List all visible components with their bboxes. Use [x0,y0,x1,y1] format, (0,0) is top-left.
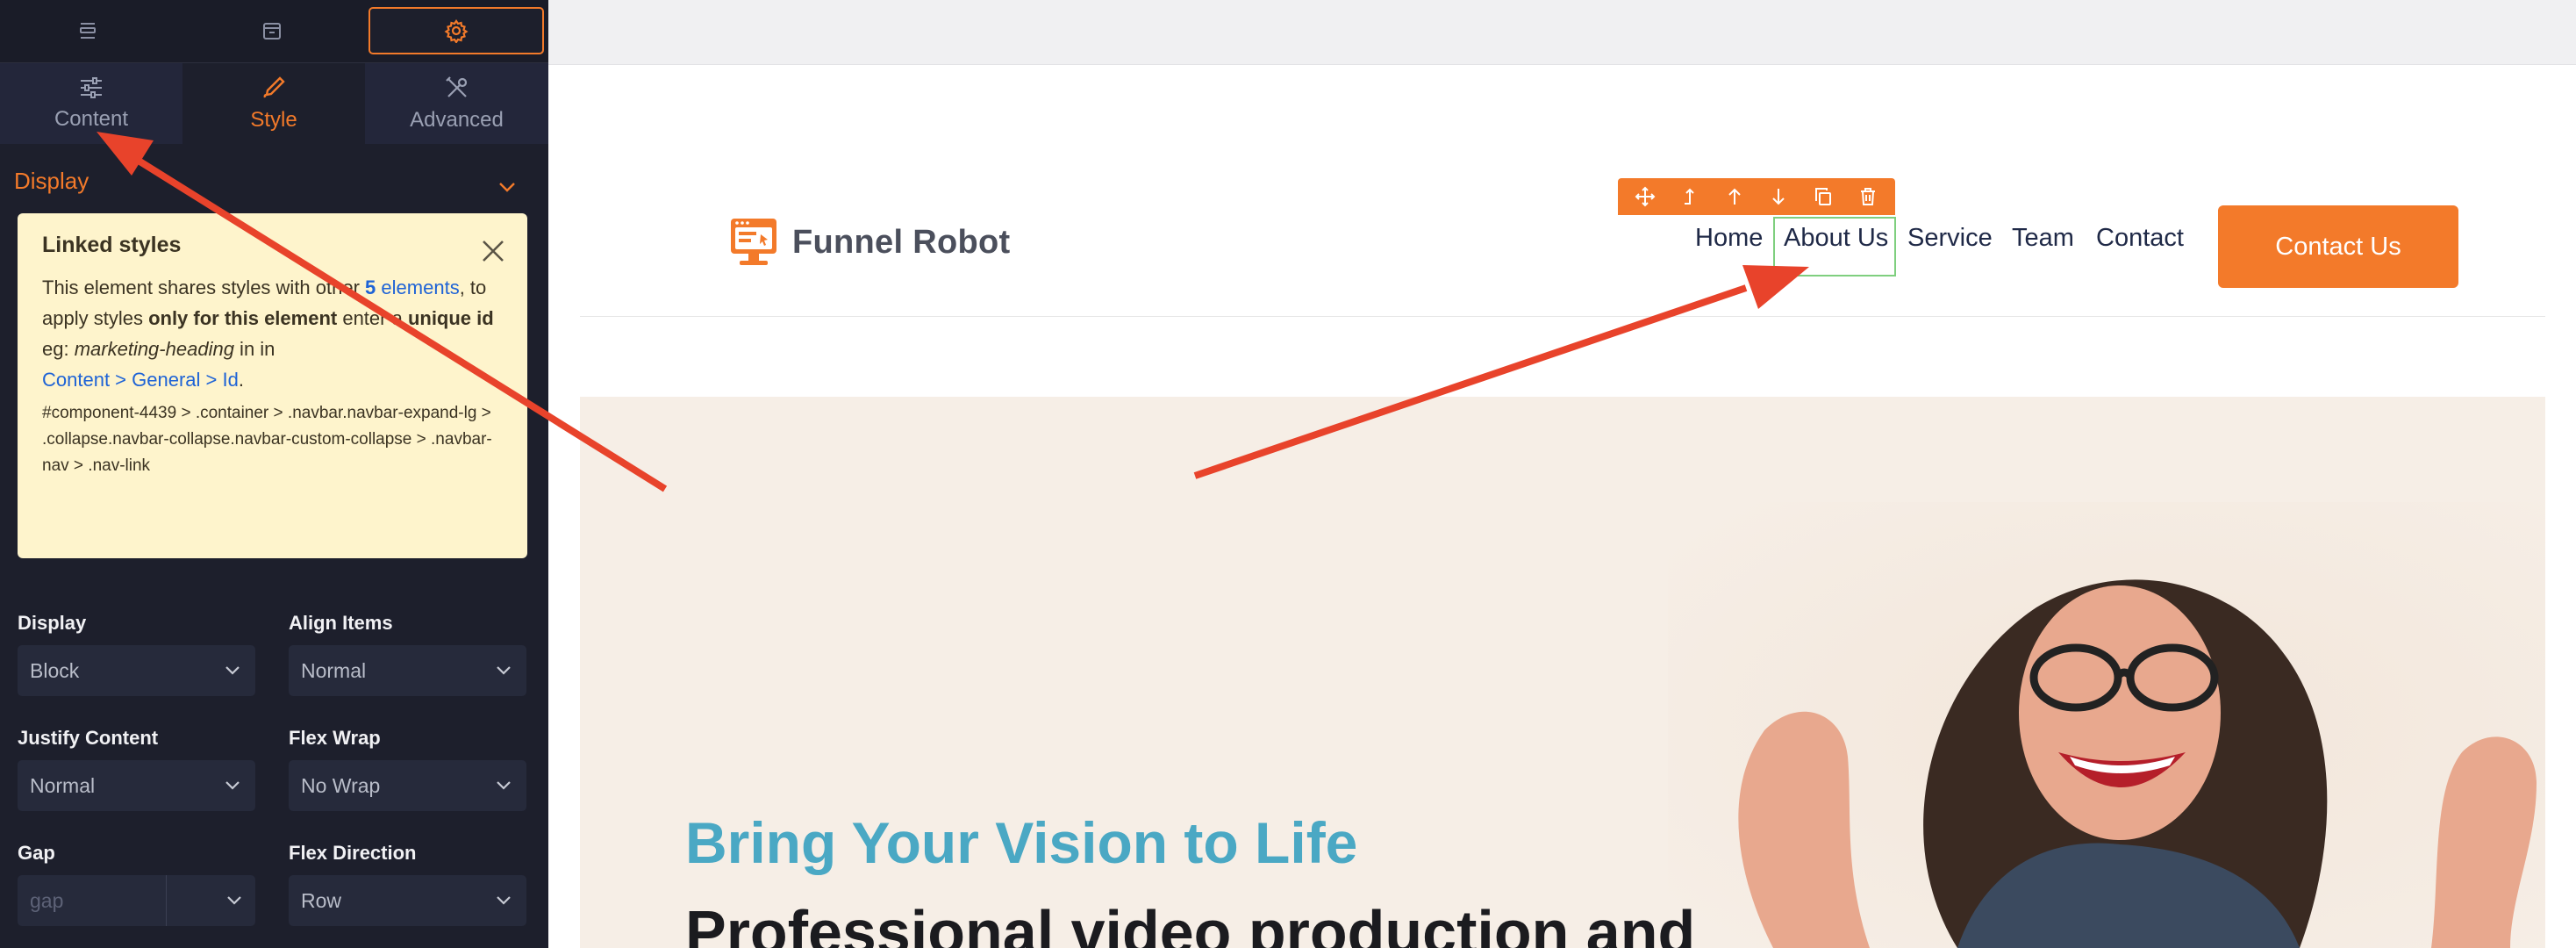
duplicate-icon[interactable] [1810,183,1836,210]
align-items-select[interactable]: Normal [289,645,526,696]
tab-content[interactable]: Content [0,63,182,144]
nav-link-about-us[interactable]: About Us [1784,224,1888,253]
align-items-value: Normal [301,658,367,682]
notice-body: This element shares styles with other 5 … [42,272,498,395]
element-toolbar [1618,178,1895,215]
gap-field [18,875,255,926]
gap-input[interactable] [18,875,167,926]
flex-direction-select[interactable]: Row [289,875,526,926]
chevron-down-icon [225,781,240,790]
notice-id-link[interactable]: Content > General > Id [42,369,239,391]
notice-bold: only for this element [148,307,338,329]
flex-wrap-value: No Wrap [301,773,381,797]
settings-button[interactable] [369,7,544,54]
chevron-down-icon [499,183,515,192]
notice-text: enter a [337,307,408,329]
chevron-down-icon [497,896,511,905]
close-icon[interactable] [478,236,508,266]
arrow-down-icon[interactable] [1765,183,1792,210]
chevron-down-icon [225,666,240,675]
justify-content-label: Justify Content [18,727,159,749]
hero-heading: Professional video production and [685,898,1696,948]
header-divider [580,316,2545,317]
chevron-down-icon [497,666,511,675]
display-label: Display [18,612,87,634]
align-items-label: Align Items [289,612,393,634]
flex-wrap-label: Flex Wrap [289,727,381,749]
display-section-header[interactable]: Display [14,165,515,197]
justify-content-select[interactable]: Normal [18,760,255,811]
hero-section: Bring Your Vision to Life Professional v… [580,397,2545,948]
notice-text: in in [233,338,275,360]
tab-style[interactable]: Style [182,63,365,144]
justify-content-value: Normal [30,773,96,797]
layers-icon [80,23,96,39]
flex-direction-value: Row [301,888,342,912]
nav-link-contact[interactable]: Contact [2096,224,2184,253]
nav-link-home[interactable]: Home [1695,224,1763,253]
display-value: Block [30,658,80,682]
nav-link-service[interactable]: Service [1907,224,1993,253]
tab-advanced-label: Advanced [410,108,504,132]
editor-panel: Content Style Advanced Display Linked st… [0,0,548,948]
gap-label: Gap [18,842,55,864]
hero-woman-image [1668,502,2545,948]
notice-example: marketing-heading [74,338,234,360]
flex-direction-label: Flex Direction [289,842,417,864]
notice-text: This element shares styles with other [42,276,366,298]
tools-icon [445,76,467,97]
chevron-down-icon [497,781,511,790]
preview-canvas: Funnel Robot Home About Us Service Team … [548,0,2576,948]
display-section-title: Display [14,167,89,194]
canvas-top-bar [548,0,2576,65]
sliders-icon [81,77,102,98]
tab-style-label: Style [250,108,297,132]
flex-wrap-select[interactable]: No Wrap [289,760,526,811]
hero-subheading: Bring Your Vision to Life [685,810,1358,875]
notice-count-link[interactable]: 5 [365,276,376,298]
notice-elements-link[interactable]: elements [381,276,459,298]
gear-icon [444,19,469,43]
notice-selector-path: #component-4439 > .container > .navbar.n… [42,404,492,475]
arrow-up-icon[interactable] [1721,183,1748,210]
editor-tabs: Content Style Advanced [0,63,548,144]
display-select[interactable]: Block [18,645,255,696]
archive-button[interactable] [184,7,360,54]
trash-icon[interactable] [1855,183,1881,210]
archive-icon [263,23,281,40]
tab-advanced[interactable]: Advanced [365,63,548,144]
linked-styles-notice: Linked styles This element shares styles… [18,213,527,558]
move-icon[interactable] [1632,183,1658,210]
tab-content-label: Content [54,107,129,131]
notice-bold: unique id [407,307,494,329]
gap-unit-select[interactable] [167,875,255,926]
notice-text: . [238,369,244,391]
notice-title: Linked styles [42,233,182,257]
arrow-up-parent-icon[interactable] [1677,183,1703,210]
contact-us-button[interactable]: Contact Us [2218,205,2458,288]
layers-button[interactable] [0,7,175,54]
editor-topbar [0,0,548,63]
nav-link-team[interactable]: Team [2012,224,2074,253]
pencil-icon [263,76,285,98]
chevron-down-icon [227,896,241,905]
notice-text: eg: [42,338,75,360]
